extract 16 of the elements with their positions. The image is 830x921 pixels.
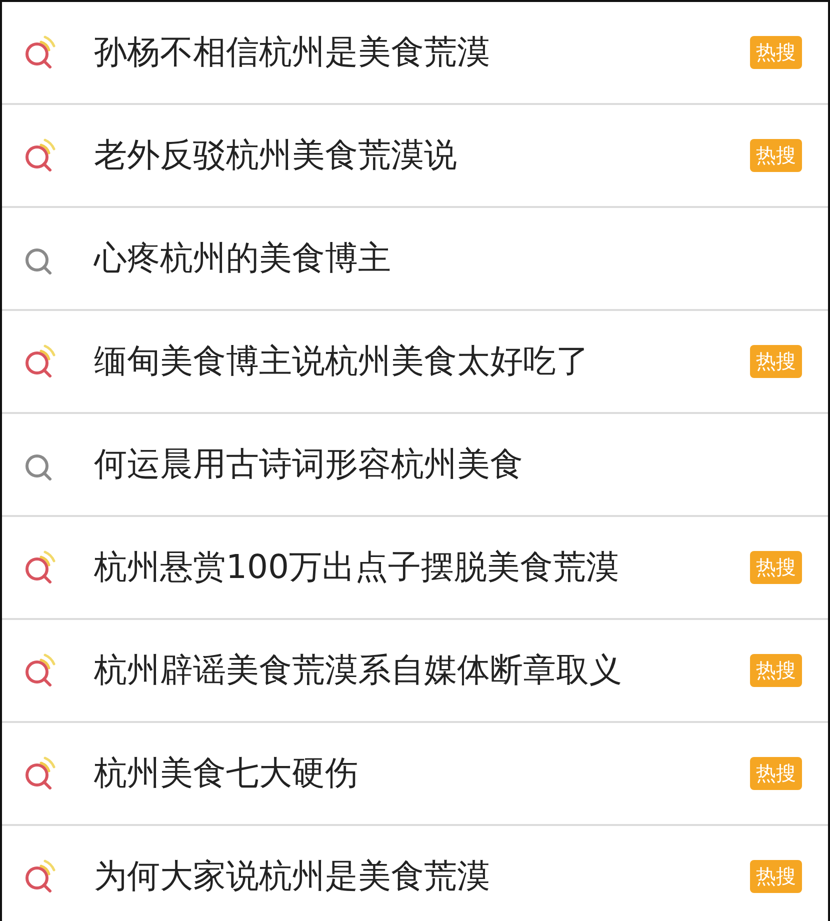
search-suggestion[interactable]: 杭州辟谣美食荒漠系自媒体断章取义 (94, 648, 750, 693)
hot-badge: 热搜 (750, 36, 802, 69)
hot-badge: 热搜 (750, 860, 802, 893)
hot-badge: 热搜 (750, 551, 802, 584)
search-suggestion[interactable]: 杭州美食七大硬伤 (94, 751, 750, 796)
hot-badge: 热搜 (750, 654, 802, 687)
search-suggestion[interactable]: 为何大家说杭州是美食荒漠 (94, 854, 750, 899)
search-suggestion[interactable]: 心疼杭州的美食博主 (94, 236, 802, 281)
search-suggestion[interactable]: 杭州悬赏100万出点子摆脱美食荒漠 (94, 545, 750, 590)
search-suggestion[interactable]: 何运晨用古诗词形容杭州美食 (94, 442, 802, 487)
hot-badge: 热搜 (750, 345, 802, 378)
hot-badge: 热搜 (750, 757, 802, 790)
search-suggestion[interactable]: 老外反驳杭州美食荒漠说 (94, 133, 750, 178)
hot-badge: 热搜 (750, 139, 802, 172)
search-suggestion[interactable]: 孙杨不相信杭州是美食荒漠 (94, 30, 750, 75)
search-suggestion[interactable]: 缅甸美食博主说杭州美食太好吃了 (94, 339, 750, 384)
